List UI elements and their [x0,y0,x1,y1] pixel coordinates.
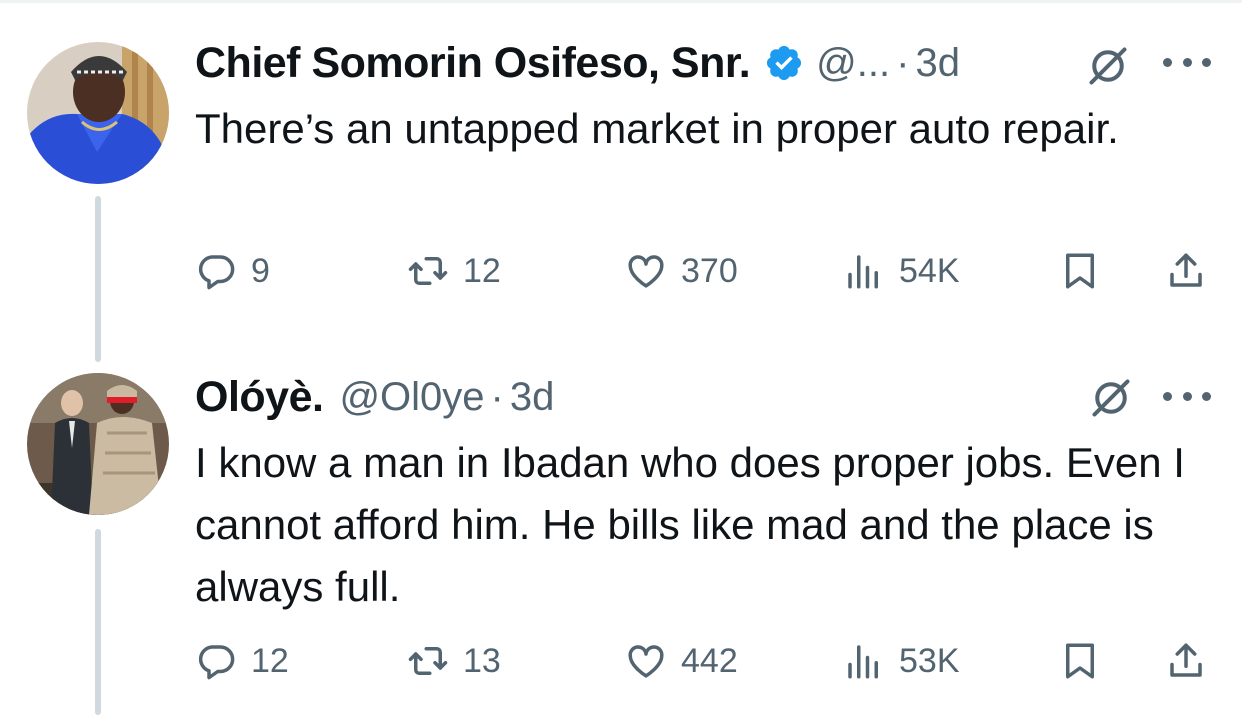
top-divider [0,0,1242,3]
grok-icon[interactable] [1086,44,1130,88]
like-count: 370 [681,251,738,290]
timestamp[interactable]: 3d [510,375,555,420]
bookmark-button[interactable] [1059,636,1101,686]
like-button[interactable]: 442 [625,636,738,686]
view-count: 53K [899,641,960,680]
retweet-button[interactable]: 12 [407,246,501,296]
tweet-header: Chief Somorin Osifeso, Snr. @... · 3d [195,38,960,88]
like-icon [628,255,664,288]
retweet-count: 12 [463,251,501,290]
more-icon[interactable] [1163,392,1211,404]
like-count: 442 [681,641,738,680]
handle[interactable]: @Ol0ye [339,375,484,420]
separator-dot: · [896,40,910,85]
tweet-text: I know a man in Ibadan who does proper j… [195,439,1185,610]
thread-line [95,196,101,362]
bookmark-icon [1066,253,1094,289]
retweet-icon [408,647,448,675]
separator-dot: · [490,374,504,419]
display-name[interactable]: Chief Somorin Osifeso, Snr. [195,39,751,88]
like-button[interactable]: 370 [625,246,738,296]
thread-line [95,529,101,715]
views-icon [848,255,878,289]
grok-icon[interactable] [1089,376,1133,420]
like-icon [628,645,664,678]
view-count: 54K [899,251,960,290]
share-icon [1170,253,1202,287]
reply-icon [198,645,235,680]
reply-icon [198,255,235,290]
reply-count: 12 [251,641,289,680]
retweet-count: 13 [463,641,501,680]
more-icon[interactable] [1163,58,1211,70]
verified-badge-icon[interactable] [764,43,804,83]
action-bar: 9 12 370 54K [195,246,1215,296]
display-name[interactable]: Olóyè. [195,373,324,422]
retweet-button[interactable]: 13 [407,636,501,686]
share-icon [1170,643,1202,677]
share-button[interactable] [1165,636,1207,686]
tweet-text: There’s an untapped market in proper aut… [195,105,1119,152]
retweet-icon [408,257,448,285]
share-button[interactable] [1165,246,1207,296]
bookmark-icon [1066,643,1094,679]
action-bar: 12 13 442 53K [195,636,1215,686]
avatar[interactable] [27,42,169,184]
views-button[interactable]: 53K [843,636,960,686]
tweet-header: Olóyè. @Ol0ye · 3d [195,372,554,422]
reply-button[interactable]: 12 [195,636,289,686]
reply-button[interactable]: 9 [195,246,270,296]
reply-count: 9 [251,251,270,290]
avatar[interactable] [27,373,169,515]
bookmark-button[interactable] [1059,246,1101,296]
handle[interactable]: @... [816,41,890,86]
timestamp[interactable]: 3d [915,41,960,86]
views-icon [848,645,878,679]
views-button[interactable]: 54K [843,246,960,296]
